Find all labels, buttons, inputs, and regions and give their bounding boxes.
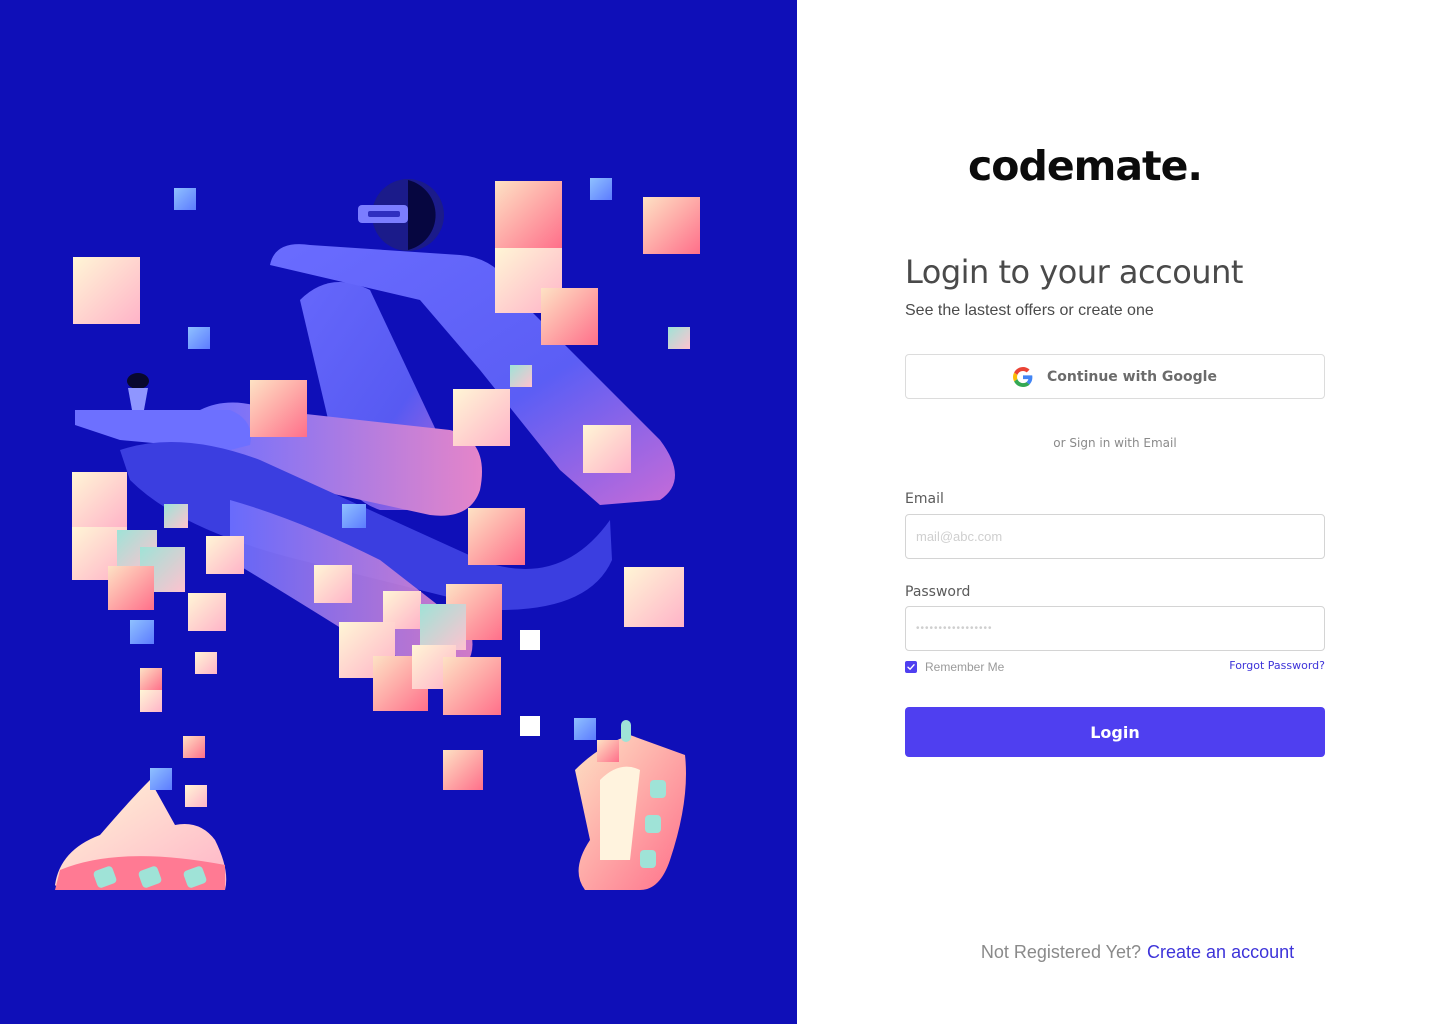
remember-me-label: Remember Me — [925, 660, 1005, 674]
email-input[interactable] — [905, 514, 1325, 559]
password-label: Password — [905, 584, 971, 600]
page-title: Login to your account — [905, 253, 1243, 291]
not-registered-text: Not Registered Yet? — [980, 942, 1142, 962]
forgot-password-link[interactable]: Forgot Password? — [1177, 659, 1325, 672]
runner-illustration — [55, 178, 700, 890]
login-button[interactable]: Login — [905, 707, 1325, 757]
google-signin-label: Continue with Google — [1047, 368, 1217, 385]
email-divider: or Sign in with Email — [1053, 436, 1177, 450]
create-account-link[interactable]: Create an account — [1147, 942, 1294, 962]
checkmark-icon — [907, 664, 915, 670]
right-shoe — [575, 720, 686, 890]
remember-me-checkbox[interactable] — [905, 661, 917, 673]
password-input[interactable] — [905, 606, 1325, 651]
brand-logo: codemate. — [968, 142, 1203, 190]
register-prompt: Not Registered Yet? Create an account — [797, 941, 1440, 963]
email-label: Email — [905, 491, 944, 507]
login-panel: codemate. Login to your account See the … — [797, 0, 1440, 1024]
google-signin-button[interactable]: Continue with Google — [905, 354, 1325, 399]
remember-me: Remember Me — [905, 660, 1004, 674]
illustration-panel — [0, 0, 797, 1024]
page-subtitle: See the lastest offers or create one — [905, 302, 1154, 319]
google-g-icon — [1013, 366, 1033, 387]
